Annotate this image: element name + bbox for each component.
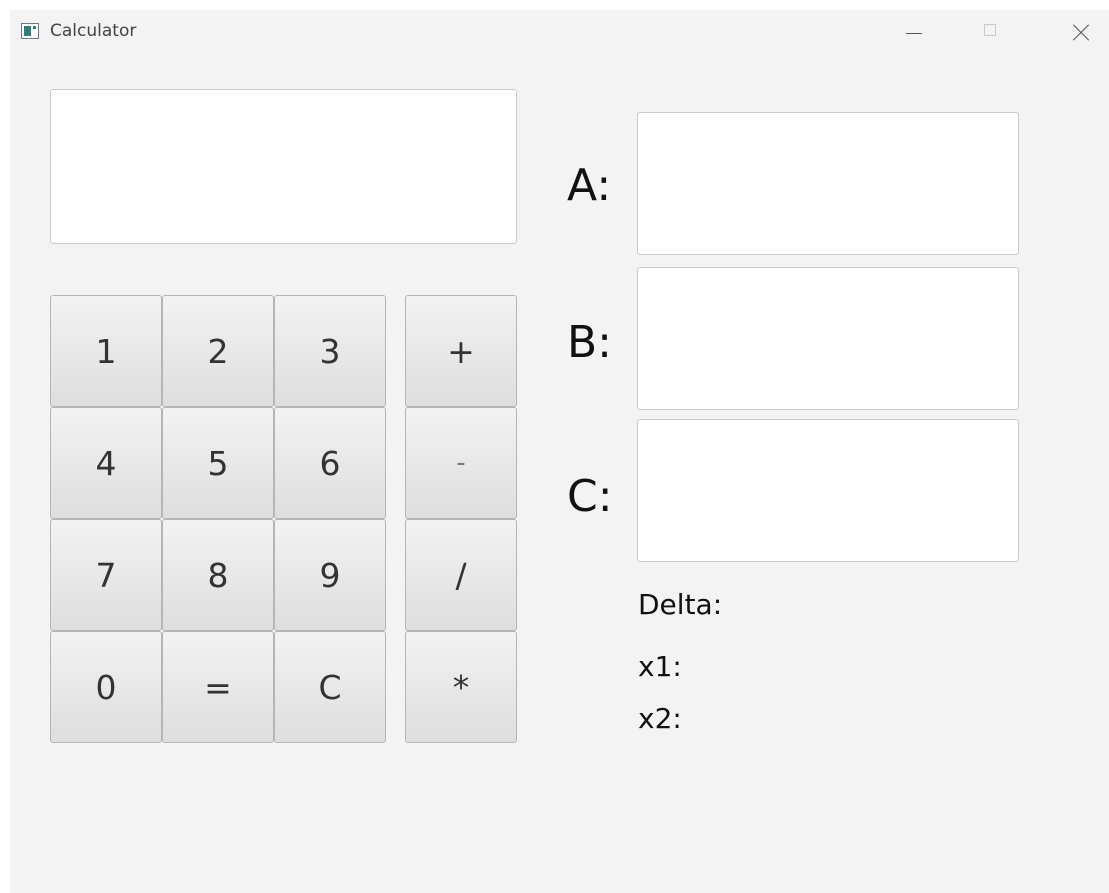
digit-4-button[interactable]: 4 (50, 407, 162, 519)
digit-7-button[interactable]: 7 (50, 519, 162, 631)
digit-3-button[interactable]: 3 (274, 295, 386, 407)
clear-button[interactable]: C (274, 631, 386, 743)
digit-5-button[interactable]: 5 (162, 407, 274, 519)
delta-label: Delta: (638, 588, 723, 621)
window-title: Calculator (50, 21, 137, 41)
minimize-button[interactable] (890, 10, 936, 56)
a-label: A: (567, 160, 612, 211)
maximize-button[interactable] (967, 10, 1013, 56)
x2-label: x2: (638, 702, 682, 735)
title-bar: Calculator (10, 10, 1109, 56)
b-label: B: (567, 317, 613, 368)
digit-0-button[interactable]: 0 (50, 631, 162, 743)
digit-2-button[interactable]: 2 (162, 295, 274, 407)
app-icon (21, 23, 39, 39)
maximize-icon (984, 24, 996, 36)
x1-label: x1: (638, 650, 682, 683)
add-button[interactable]: + (405, 295, 517, 407)
digit-8-button[interactable]: 8 (162, 519, 274, 631)
digit-6-button[interactable]: 6 (274, 407, 386, 519)
b-input[interactable] (637, 267, 1019, 410)
c-input[interactable] (637, 419, 1019, 562)
digit-9-button[interactable]: 9 (274, 519, 386, 631)
subtract-button[interactable]: - (405, 407, 517, 519)
close-button[interactable] (1057, 10, 1103, 56)
calculator-display[interactable] (50, 89, 517, 244)
a-input[interactable] (637, 112, 1019, 255)
minimize-icon (906, 33, 922, 34)
c-label: C: (567, 471, 613, 522)
multiply-button[interactable]: * (405, 631, 517, 743)
divide-button[interactable]: / (405, 519, 517, 631)
equals-button[interactable]: = (162, 631, 274, 743)
digit-1-button[interactable]: 1 (50, 295, 162, 407)
calculator-window: Calculator 1 2 3 4 5 6 7 8 9 0 = C + - /… (10, 10, 1109, 893)
